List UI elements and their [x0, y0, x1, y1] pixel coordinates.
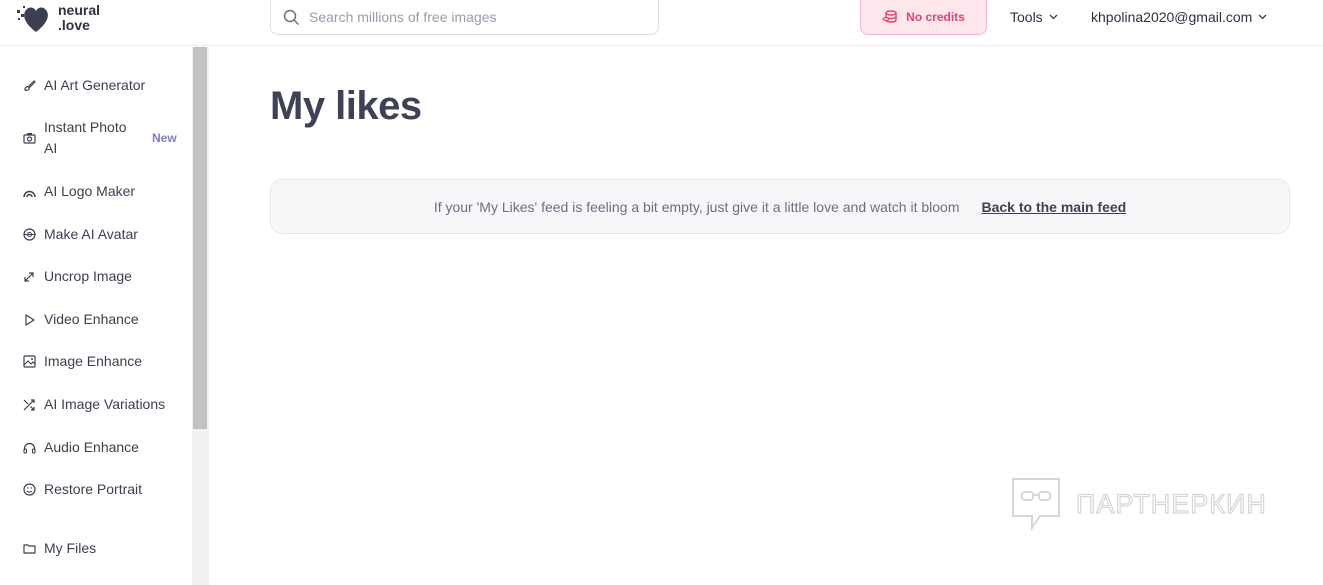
watermark-text: ПАРТНЕРКИН [1075, 488, 1267, 519]
account-menu[interactable]: khpolina2020@gmail.com [1091, 0, 1267, 33]
image-icon [22, 355, 36, 369]
sidebar: AI Art Generator Instant Photo AI New AI… [0, 47, 192, 585]
expand-icon [22, 270, 36, 284]
instant-photo-line2: AI [44, 140, 58, 156]
chevron-down-icon [1049, 14, 1058, 19]
smile-icon [22, 483, 36, 497]
tools-menu[interactable]: Tools [1010, 0, 1058, 33]
empty-likes-notice: If your 'My Likes' feed is feeling a bit… [270, 179, 1290, 234]
play-icon [22, 313, 36, 327]
top-header: neural .love No credits Tools khpolina20… [0, 0, 1323, 46]
chevron-down-icon [1258, 14, 1267, 19]
brush-icon [22, 79, 36, 93]
credits-button[interactable]: No credits [860, 0, 987, 35]
back-to-main-feed-link[interactable]: Back to the main feed [981, 199, 1126, 215]
coins-icon [882, 10, 897, 23]
sidebar-item-instant-photo-ai[interactable]: Instant Photo AI [22, 117, 127, 159]
watermark: ПАРТНЕРКИН [1010, 476, 1267, 532]
sidebar-item-label: Audio Enhance [44, 439, 139, 455]
chat-bubble-icon [1012, 478, 1060, 532]
tools-label: Tools [1010, 8, 1043, 25]
sidebar-item-label: Video Enhance [44, 311, 139, 327]
sidebar-item-restore-portrait[interactable]: Restore Portrait [22, 479, 142, 500]
logo-text: neural .love [58, 3, 100, 33]
sidebar-item-label: Uncrop Image [44, 268, 132, 284]
logo-icon [22, 185, 36, 199]
instant-photo-line1: Instant Photo [44, 119, 127, 135]
sidebar-item-label: Instant Photo AI [44, 117, 127, 159]
sidebar-item-uncrop-image[interactable]: Uncrop Image [22, 266, 132, 287]
sidebar-item-label: My Files [44, 540, 97, 556]
credits-label: No credits [906, 10, 965, 24]
sidebar-item-ai-logo-maker[interactable]: AI Logo Maker [22, 181, 135, 202]
sidebar-item-label: Restore Portrait [44, 481, 143, 497]
logo-line1: neural [58, 2, 101, 18]
neural-love-logo[interactable]: neural .love [14, 0, 100, 36]
sidebar-item-make-ai-avatar[interactable]: Make AI Avatar [22, 224, 138, 245]
sidebar-item-label: Make AI Avatar [44, 226, 138, 242]
avatar-icon [22, 228, 36, 242]
search-box[interactable] [270, 0, 659, 35]
sidebar-item-label: AI Art Generator [44, 77, 146, 93]
camera-icon [22, 131, 36, 145]
sidebar-item-label: Image Enhance [44, 353, 143, 369]
folder-icon [22, 542, 36, 556]
headphones-icon [22, 441, 36, 455]
logo-line2: .love [58, 17, 90, 33]
sidebar-item-image-enhance[interactable]: Image Enhance [22, 351, 142, 372]
page-title: My likes [270, 84, 422, 128]
sidebar-item-ai-art-generator[interactable]: AI Art Generator [22, 75, 145, 96]
sidebar-item-video-enhance[interactable]: Video Enhance [22, 309, 139, 330]
sidebar-item-label: AI Logo Maker [44, 183, 136, 199]
sidebar-item-ai-image-variations[interactable]: AI Image Variations [22, 394, 165, 415]
shuffle-icon [22, 398, 36, 412]
new-badge: New [152, 131, 177, 145]
sidebar-item-my-files[interactable]: My Files [22, 538, 96, 559]
account-email: khpolina2020@gmail.com [1091, 8, 1253, 25]
heart-logo-icon [17, 6, 48, 32]
notice-text: If your 'My Likes' feed is feeling a bit… [433, 198, 960, 215]
sidebar-item-label: AI Image Variations [44, 396, 166, 412]
search-icon [283, 9, 299, 25]
sidebar-item-audio-enhance[interactable]: Audio Enhance [22, 437, 139, 458]
search-input[interactable] [309, 9, 639, 25]
sidebar-scrollbar-thumb[interactable] [193, 47, 207, 429]
